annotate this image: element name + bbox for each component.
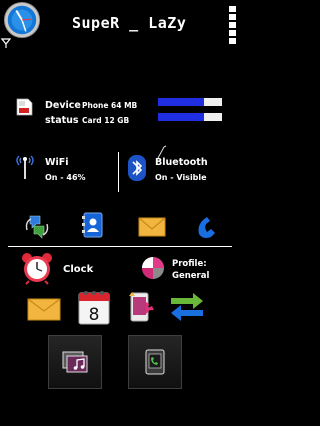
memory-card-icon[interactable] bbox=[14, 97, 34, 117]
profile-icon[interactable] bbox=[141, 256, 165, 280]
bluetooth-icon[interactable] bbox=[126, 154, 148, 182]
themes-icon[interactable] bbox=[126, 290, 156, 324]
wifi-antenna-icon[interactable] bbox=[14, 155, 36, 181]
wifi-label: WiFi bbox=[45, 157, 69, 168]
device-status-label: Device status bbox=[45, 98, 81, 128]
phone-log-icon bbox=[145, 349, 165, 375]
memory-values: Phone 64 MB Card 12 GB bbox=[82, 98, 137, 128]
alarm-clock-icon[interactable] bbox=[20, 251, 54, 285]
card-memory-bar bbox=[158, 113, 222, 121]
clock-label: Clock bbox=[63, 264, 94, 275]
mail-icon[interactable] bbox=[27, 294, 61, 324]
battery-level-icon bbox=[229, 6, 236, 44]
analog-clock-icon[interactable] bbox=[3, 1, 41, 39]
theme-title: SupeR _ LaZy bbox=[72, 14, 187, 32]
photos-icon bbox=[62, 351, 88, 373]
calendar-icon[interactable]: 8 bbox=[78, 289, 110, 325]
device-status-label-line2: status bbox=[45, 115, 79, 126]
bluetooth-label: Bluetooth bbox=[155, 157, 208, 168]
phone-memory-bar bbox=[158, 98, 222, 106]
card-memory-text: Card 12 GB bbox=[82, 116, 130, 125]
profile-title: Profile: bbox=[172, 259, 207, 269]
photos-tile[interactable] bbox=[48, 335, 102, 389]
call-icon[interactable] bbox=[193, 212, 223, 242]
wifi-status: On - 46% bbox=[45, 173, 86, 182]
messaging-icon[interactable] bbox=[137, 212, 167, 242]
switch-arrows-icon[interactable] bbox=[169, 290, 205, 324]
vertical-divider bbox=[118, 152, 119, 192]
profile-value: General bbox=[172, 271, 210, 281]
profile-label: Profile: General bbox=[172, 258, 209, 282]
phone-log-tile[interactable] bbox=[128, 335, 182, 389]
card-memory-free bbox=[204, 113, 222, 121]
contacts-icon[interactable] bbox=[78, 210, 108, 240]
device-status-label-line1: Device bbox=[45, 100, 81, 111]
calendar-day: 8 bbox=[89, 305, 100, 325]
bluetooth-status: On - Visible bbox=[155, 173, 207, 182]
phone-memory-text: Phone 64 MB bbox=[82, 101, 138, 110]
phone-memory-free bbox=[204, 98, 222, 106]
sync-icon[interactable] bbox=[22, 212, 52, 242]
horizontal-divider bbox=[8, 246, 232, 247]
signal-antenna-icon bbox=[1, 38, 11, 48]
